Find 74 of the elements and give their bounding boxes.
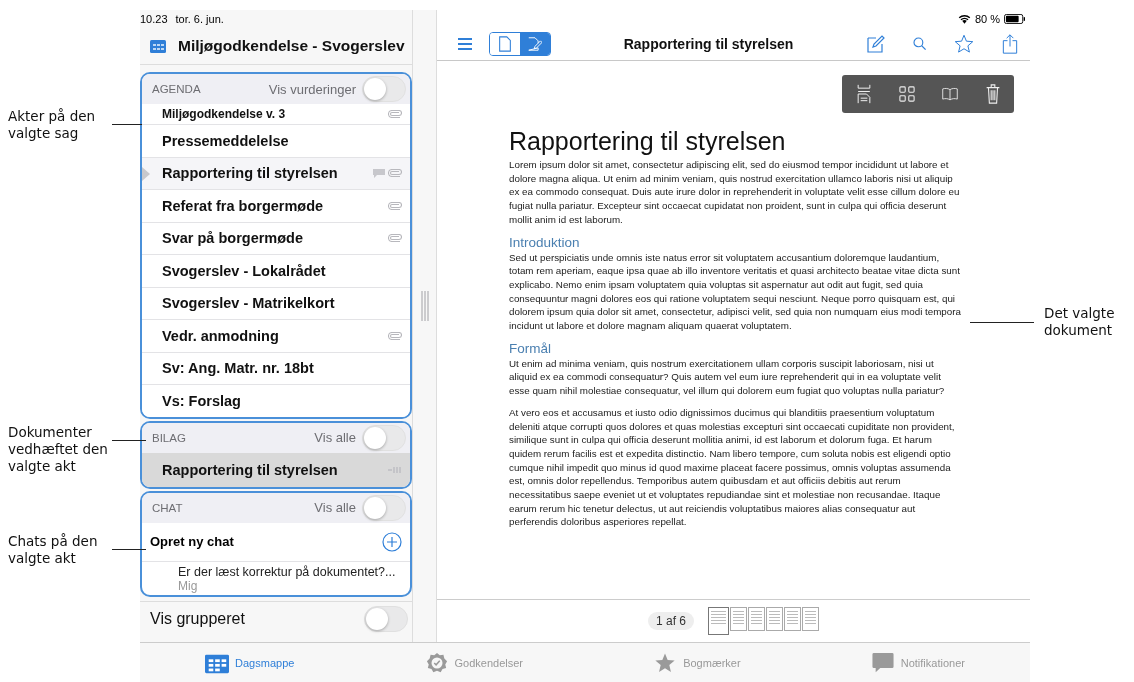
toggle-label: Vis alle xyxy=(314,430,356,445)
body-paragraph: Ut enim ad minima veniam, quis nostrum exercitationem ullam corporis suscipit laboriosam, nisi ut aliquid ex ea commodi consequatur? Quis autem vel eum iure reprehenderit qui in ea voluptate velit esse quam nihil molestiae consequatur, vel illum qui dolorem eum fugiat quo voluptas nulla pariatur? xyxy=(509,356,946,398)
status-time: 10.23 xyxy=(140,13,168,25)
page-thumbnail[interactable] xyxy=(748,607,765,631)
section-heading: Formål xyxy=(509,340,552,356)
section-heading: CHAT xyxy=(152,501,184,514)
leader-line xyxy=(112,440,146,441)
speech-bubble-icon xyxy=(870,651,895,674)
page-layout-icon[interactable] xyxy=(855,84,872,104)
annotation-label: Dokumenter vedhæftet den valgte akt xyxy=(8,424,109,475)
annotation-label: Det valgte dokument xyxy=(1044,305,1116,339)
star-icon[interactable] xyxy=(954,34,974,54)
agenda-item-title: Miljøgodkendelse v. 3 xyxy=(162,107,287,121)
page-pen-icon xyxy=(528,36,542,52)
agenda-item-title: Sv: Ang. Matr. nr. 18bt xyxy=(162,360,315,377)
search-icon[interactable] xyxy=(912,36,928,52)
agenda-item-title: Vedr. anmodning xyxy=(162,327,280,344)
body-paragraph: Lorem ipsum dolor sit amet, consectetur adipiscing elit, sed do eiusmod tempor incididunt ut labore et dolore magna aliqua. Ut enim ad minim veniam, quis nostrud exercitation ullamco laboris nisi ut aliquip ex ea commodo consequat. Duis aute irure dolor in reprehenderit in voluptate velit esse cillum dolore eu fugiat nulla pariatur. Excepteur sint occaecat cupidatat non proident, sunt in culpa qui officia deserunt mollit anim id est laborum. xyxy=(509,158,961,227)
agenda-item-title: Svogerslev - Matrikelkort xyxy=(162,295,336,312)
annotate-view-button[interactable] xyxy=(520,33,550,55)
section-heading: AGENDA xyxy=(152,83,202,95)
battery-percent: 80 % xyxy=(974,13,1000,25)
agenda-item[interactable]: Rapportering til styrelsen xyxy=(142,156,410,189)
body-paragraph: At vero eos et accusamus et iusto odio dignissimos ducimus qui blanditiis praesentium voluptatum deleniti atque corrupti quos dolores et quas molestias excepturi sint occaecati cupiditate non provident, similique sunt in culpa qui officia deserunt mollitia animi, id est laborum et dolorum fuga. Et harum quidem rerum facilis est et expedita distinctio. Nam libero tempore, cum soluta nobis est eligendi optio cumque nihil impedit quo minus id quod maxime placeat facere possimus, omnis voluptas assumenda est, omnis dolor repellendus. Temporibus autem quibusdam et aut officiis debitis aut rerum necessitatibus saepe eveniet ut et voluptates repudiandae sint et molestiae non recusandae. Itaque earum rerum hic tenetur delectus, ut aut reiciendis voluptatibus maiores alias consequatur aut perferendis doloribus asperiores repellat. xyxy=(509,405,956,530)
agenda-item-title: Referat fra borgermøde xyxy=(162,197,325,214)
leader-line xyxy=(970,322,1034,323)
toggle-switch[interactable] xyxy=(364,605,408,632)
toggle-switch[interactable] xyxy=(362,76,406,102)
toggle-label: Vis alle xyxy=(314,500,356,515)
toggle-switch[interactable] xyxy=(362,494,406,521)
chat-thread[interactable]: Er der læst korrektur på dokumentet?... Mig xyxy=(142,561,410,595)
trash-icon[interactable] xyxy=(984,84,1001,104)
calendar-icon xyxy=(150,39,166,53)
annotation-label: Akter på den valgte sag xyxy=(8,108,97,142)
share-icon[interactable] xyxy=(1000,34,1020,54)
page-counter: 1 af 6 xyxy=(648,612,694,630)
page-thumbnail[interactable] xyxy=(802,607,819,631)
agenda-item-title: Vs: Forslag xyxy=(162,392,242,409)
annotation-label: Chats på den valgte akt xyxy=(8,533,99,567)
edit-icon[interactable] xyxy=(866,34,886,54)
page-thumbnail[interactable] xyxy=(730,607,747,631)
document-title: Rapportering til styrelsen xyxy=(622,36,795,52)
battery-icon xyxy=(1004,14,1026,24)
leader-line xyxy=(112,549,146,550)
selection-marker-icon xyxy=(142,166,150,181)
agenda-item[interactable]: Vs: Forslag xyxy=(142,384,410,417)
grid-icon[interactable] xyxy=(898,84,915,104)
new-chat-label: Opret ny chat xyxy=(150,534,235,549)
agenda-item-title: Rapportering til styrelsen xyxy=(162,165,339,182)
agenda-item-title: Pressemeddelelse xyxy=(162,132,290,149)
wifi-icon xyxy=(957,14,971,24)
chat-message: Er der læst korrektur på dokumentet?... xyxy=(178,564,397,579)
tab-bar-item[interactable]: Dagsmappe xyxy=(199,647,301,678)
status-date: tor. 6. jun. xyxy=(175,13,224,25)
toggle-label: Vis vurderinger xyxy=(268,81,356,97)
page-thumbnail[interactable] xyxy=(766,607,783,631)
page-icon xyxy=(498,36,512,52)
agenda-item-title: Svar på borgermøde xyxy=(162,230,304,247)
case-title: Miljøgodkendelse - Svogerslev xyxy=(178,37,405,55)
document-heading: Rapportering til styrelsen xyxy=(509,127,787,156)
body-paragraph: Sed ut perspiciatis unde omnis iste natus error sit voluptatem accusantium doloremque laudantium, totam rem aperiam, eaque ipsa quae ab illo inventore veritatis et quasi architecto beatae vitae dicta sunt explicabo. Nemo enim ipsam voluptatem quia voluptas sit aspernatur aut odit aut fugit, sed quia consequuntur magni dolores eos qui ratione voluptatem sequi nesciunt. Neque porro quisquam est, qui dolorem ipsum quia dolor sit amet, consectetur, adipisci velit, sed quia non numquam eius modi tempora incidunt ut labore et dolore magnam aliquam quaerat voluptatem. xyxy=(509,250,962,333)
section-heading: BILAG xyxy=(152,431,187,444)
page-thumbnail[interactable] xyxy=(708,607,729,635)
add-icon[interactable] xyxy=(382,531,402,552)
agenda-item-title: Svogerslev - Lokalrådet xyxy=(162,262,327,279)
toggle-switch[interactable] xyxy=(362,424,406,451)
chat-author: Mig xyxy=(178,578,199,593)
attachment-title: Rapportering til styrelsen xyxy=(162,461,339,478)
section-heading: Introduktion xyxy=(509,234,581,250)
resize-handle-icon[interactable] xyxy=(420,291,429,321)
attachment-item[interactable]: Rapportering til styrelsen xyxy=(142,452,410,487)
page-thumbnail[interactable] xyxy=(784,607,801,631)
toggle-label: Vis grupperet xyxy=(150,609,246,628)
check-badge-icon xyxy=(424,651,449,674)
